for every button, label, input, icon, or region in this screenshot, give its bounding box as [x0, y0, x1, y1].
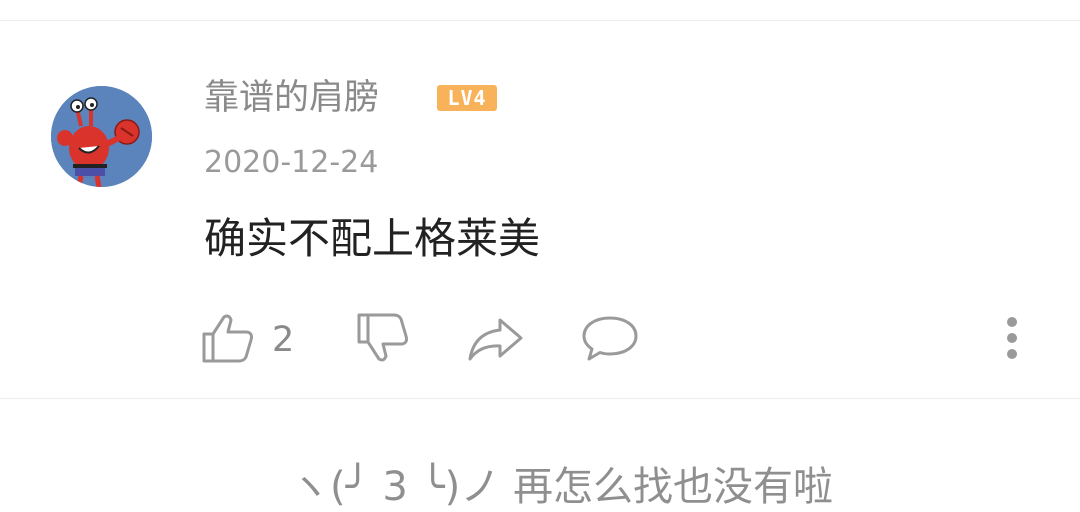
comment-date: 2020-12-24	[204, 145, 379, 180]
level-badge: LV4	[437, 85, 497, 111]
dislike-button[interactable]	[353, 312, 409, 364]
comment-text: 确实不配上格莱美	[204, 214, 541, 263]
top-divider	[0, 20, 1080, 21]
more-options-button[interactable]	[1000, 314, 1024, 362]
reply-button[interactable]	[580, 314, 640, 364]
avatar[interactable]	[51, 86, 152, 187]
level-badge-label: LV4	[447, 86, 487, 110]
comment-bubble-icon	[582, 316, 638, 361]
crab-avatar-icon	[51, 86, 152, 187]
more-vertical-icon	[1007, 317, 1017, 359]
like-button[interactable]	[200, 312, 256, 364]
thumbs-down-icon	[357, 313, 408, 362]
username[interactable]: 靠谱的肩膀	[204, 76, 379, 120]
like-count: 2	[272, 320, 295, 360]
share-button[interactable]	[466, 316, 524, 362]
end-of-list-text: ヽ(╯ 3 ╰)ノ 再怎么找也没有啦	[290, 464, 833, 510]
bottom-divider	[0, 398, 1080, 399]
thumbs-up-icon	[202, 314, 253, 363]
share-arrow-icon	[468, 318, 523, 361]
